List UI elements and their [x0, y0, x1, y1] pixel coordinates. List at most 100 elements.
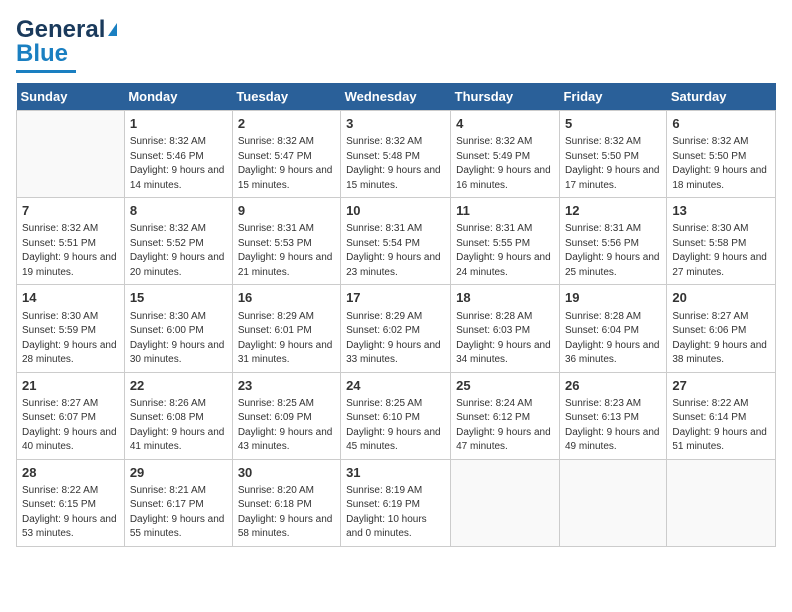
calendar-cell: 21Sunrise: 8:27 AMSunset: 6:07 PMDayligh… — [17, 372, 125, 459]
day-number: 7 — [22, 202, 119, 220]
day-info: Sunrise: 8:32 AMSunset: 5:49 PMDaylight:… — [456, 135, 554, 193]
calendar-cell — [17, 111, 125, 198]
day-number: 30 — [238, 464, 335, 482]
day-number: 16 — [238, 289, 335, 307]
calendar-cell: 10 Sunrise: 8:31 AMSunset: 5:54 PMDayligh… — [341, 198, 451, 285]
calendar-week-5: 28 Sunrise: 8:22 AMSunset: 6:15 PMDayligh… — [17, 459, 776, 546]
day-number: 20 — [672, 289, 770, 307]
day-info: Sunrise: 8:24 AMSunset: 6:12 PMDaylight:… — [456, 397, 554, 455]
calendar-cell: 4 Sunrise: 8:32 AMSunset: 5:49 PMDaylight… — [451, 111, 560, 198]
calendar-cell: 9 Sunrise: 8:31 AMSunset: 5:53 PMDaylight… — [232, 198, 340, 285]
day-number: 4 — [456, 115, 554, 133]
day-number: 8 — [130, 202, 227, 220]
day-number: 24 — [346, 377, 445, 395]
calendar-cell: 29Sunrise: 8:21 AMSunset: 6:17 PMDayligh… — [124, 459, 232, 546]
col-header-monday: Monday — [124, 83, 232, 111]
calendar-cell: 2 Sunrise: 8:32 AMSunset: 5:47 PMDaylight… — [232, 111, 340, 198]
day-info: Sunrise: 8:30 AMSunset: 5:59 PMDaylight:… — [22, 310, 119, 368]
calendar-cell: 3 Sunrise: 8:32 AMSunset: 5:48 PMDaylight… — [341, 111, 451, 198]
day-info: Sunrise: 8:32 AMSunset: 5:51 PMDaylight:… — [22, 222, 119, 280]
calendar-cell: 20 Sunrise: 8:27 AMSunset: 6:06 PMDayligh… — [667, 285, 776, 372]
day-number: 15 — [130, 289, 227, 307]
calendar-week-4: 21Sunrise: 8:27 AMSunset: 6:07 PMDayligh… — [17, 372, 776, 459]
day-info: Sunrise: 8:25 AMSunset: 6:10 PMDaylight:… — [346, 397, 445, 455]
day-info: Sunrise: 8:20 AMSunset: 6:18 PMDaylight:… — [238, 484, 335, 542]
day-info: Sunrise: 8:32 AMSunset: 5:52 PMDaylight:… — [130, 222, 227, 280]
logo-underline — [16, 70, 76, 73]
day-number: 29 — [130, 464, 227, 482]
calendar-header-row: SundayMondayTuesdayWednesdayThursdayFrid… — [17, 83, 776, 111]
day-info: Sunrise: 8:19 AMSunset: 6:19 PMDaylight:… — [346, 484, 445, 542]
day-info: Sunrise: 8:30 AMSunset: 6:00 PMDaylight:… — [130, 310, 227, 368]
day-number: 12 — [565, 202, 661, 220]
calendar-week-2: 7 Sunrise: 8:32 AMSunset: 5:51 PMDaylight… — [17, 198, 776, 285]
col-header-saturday: Saturday — [667, 83, 776, 111]
day-info: Sunrise: 8:28 AMSunset: 6:04 PMDaylight:… — [565, 310, 661, 368]
calendar-cell: 25 Sunrise: 8:24 AMSunset: 6:12 PMDayligh… — [451, 372, 560, 459]
calendar-cell: 22 Sunrise: 8:26 AMSunset: 6:08 PMDayligh… — [124, 372, 232, 459]
day-number: 11 — [456, 202, 554, 220]
calendar-cell: 15 Sunrise: 8:30 AMSunset: 6:00 PMDayligh… — [124, 285, 232, 372]
calendar-cell: 31Sunrise: 8:19 AMSunset: 6:19 PMDayligh… — [341, 459, 451, 546]
calendar-cell: 26 Sunrise: 8:23 AMSunset: 6:13 PMDayligh… — [559, 372, 666, 459]
day-info: Sunrise: 8:32 AMSunset: 5:46 PMDaylight:… — [130, 135, 227, 193]
day-number: 3 — [346, 115, 445, 133]
day-info: Sunrise: 8:22 AMSunset: 6:14 PMDaylight:… — [672, 397, 770, 455]
day-number: 25 — [456, 377, 554, 395]
calendar-cell: 13Sunrise: 8:30 AMSunset: 5:58 PMDayligh… — [667, 198, 776, 285]
day-info: Sunrise: 8:28 AMSunset: 6:03 PMDaylight:… — [456, 310, 554, 368]
day-number: 23 — [238, 377, 335, 395]
calendar-cell: 6 Sunrise: 8:32 AMSunset: 5:50 PMDaylight… — [667, 111, 776, 198]
calendar-cell: 19Sunrise: 8:28 AMSunset: 6:04 PMDayligh… — [559, 285, 666, 372]
calendar-cell: 16 Sunrise: 8:29 AMSunset: 6:01 PMDayligh… — [232, 285, 340, 372]
day-number: 28 — [22, 464, 119, 482]
day-number: 6 — [672, 115, 770, 133]
page-header: General Blue — [16, 16, 776, 73]
calendar-cell — [667, 459, 776, 546]
day-number: 5 — [565, 115, 661, 133]
day-info: Sunrise: 8:29 AMSunset: 6:01 PMDaylight:… — [238, 310, 335, 368]
day-number: 10 — [346, 202, 445, 220]
day-info: Sunrise: 8:32 AMSunset: 5:50 PMDaylight:… — [565, 135, 661, 193]
day-info: Sunrise: 8:31 AMSunset: 5:56 PMDaylight:… — [565, 222, 661, 280]
day-info: Sunrise: 8:27 AMSunset: 6:07 PMDaylight:… — [22, 397, 119, 455]
calendar-cell: 12 Sunrise: 8:31 AMSunset: 5:56 PMDayligh… — [559, 198, 666, 285]
calendar-cell: 24 Sunrise: 8:25 AMSunset: 6:10 PMDayligh… — [341, 372, 451, 459]
day-number: 27 — [672, 377, 770, 395]
calendar-cell: 17 Sunrise: 8:29 AMSunset: 6:02 PMDayligh… — [341, 285, 451, 372]
col-header-friday: Friday — [559, 83, 666, 111]
day-number: 2 — [238, 115, 335, 133]
day-info: Sunrise: 8:31 AMSunset: 5:54 PMDaylight:… — [346, 222, 445, 280]
calendar-cell: 30 Sunrise: 8:20 AMSunset: 6:18 PMDayligh… — [232, 459, 340, 546]
col-header-thursday: Thursday — [451, 83, 560, 111]
day-number: 18 — [456, 289, 554, 307]
logo-triangle-icon — [108, 23, 117, 36]
day-number: 9 — [238, 202, 335, 220]
day-info: Sunrise: 8:31 AMSunset: 5:53 PMDaylight:… — [238, 222, 335, 280]
calendar-week-1: 1 Sunrise: 8:32 AMSunset: 5:46 PMDaylight… — [17, 111, 776, 198]
logo: General Blue — [16, 16, 117, 73]
day-info: Sunrise: 8:32 AMSunset: 5:50 PMDaylight:… — [672, 135, 770, 193]
calendar-cell: 18 Sunrise: 8:28 AMSunset: 6:03 PMDayligh… — [451, 285, 560, 372]
calendar-cell: 23 Sunrise: 8:25 AMSunset: 6:09 PMDayligh… — [232, 372, 340, 459]
day-info: Sunrise: 8:30 AMSunset: 5:58 PMDaylight:… — [672, 222, 770, 280]
calendar-cell: 27 Sunrise: 8:22 AMSunset: 6:14 PMDayligh… — [667, 372, 776, 459]
day-number: 26 — [565, 377, 661, 395]
day-info: Sunrise: 8:25 AMSunset: 6:09 PMDaylight:… — [238, 397, 335, 455]
day-info: Sunrise: 8:23 AMSunset: 6:13 PMDaylight:… — [565, 397, 661, 455]
day-info: Sunrise: 8:32 AMSunset: 5:48 PMDaylight:… — [346, 135, 445, 193]
day-info: Sunrise: 8:22 AMSunset: 6:15 PMDaylight:… — [22, 484, 119, 542]
calendar-cell — [559, 459, 666, 546]
day-number: 14 — [22, 289, 119, 307]
logo-blue: Blue — [16, 40, 68, 68]
day-info: Sunrise: 8:26 AMSunset: 6:08 PMDaylight:… — [130, 397, 227, 455]
col-header-wednesday: Wednesday — [341, 83, 451, 111]
day-number: 22 — [130, 377, 227, 395]
calendar-cell — [451, 459, 560, 546]
day-info: Sunrise: 8:29 AMSunset: 6:02 PMDaylight:… — [346, 310, 445, 368]
day-info: Sunrise: 8:32 AMSunset: 5:47 PMDaylight:… — [238, 135, 335, 193]
day-number: 17 — [346, 289, 445, 307]
day-info: Sunrise: 8:27 AMSunset: 6:06 PMDaylight:… — [672, 310, 770, 368]
day-number: 1 — [130, 115, 227, 133]
calendar-cell: 11Sunrise: 8:31 AMSunset: 5:55 PMDayligh… — [451, 198, 560, 285]
